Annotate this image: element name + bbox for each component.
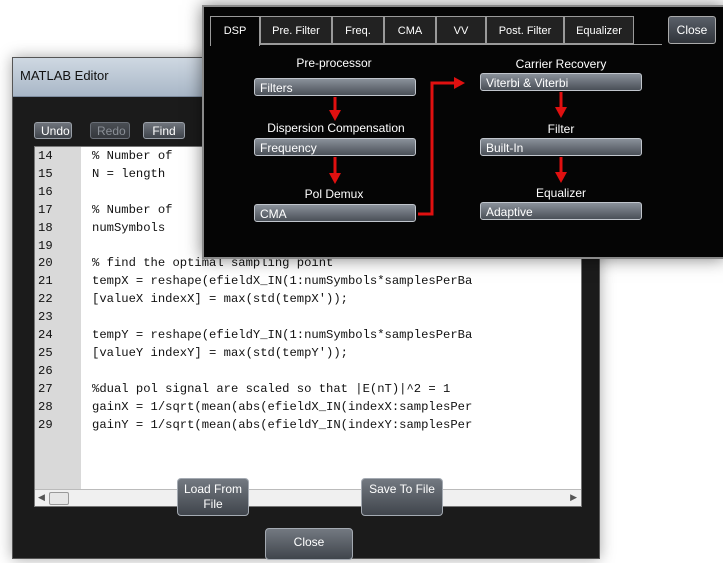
line-number: 27 bbox=[38, 381, 53, 396]
save-to-file-button[interactable]: Save To File bbox=[361, 478, 443, 516]
dispersion-compensation-label: Dispersion Compensation bbox=[267, 121, 405, 135]
dispersion-compensation-field[interactable]: Frequency bbox=[254, 138, 416, 156]
code-text: tempY = reshape(efieldY_IN(1:numSymbols*… bbox=[92, 328, 473, 342]
line-number: 26 bbox=[38, 363, 53, 378]
scroll-right-icon[interactable]: ▶ bbox=[570, 492, 577, 503]
editor-title: MATLAB Editor bbox=[20, 68, 109, 83]
filter-label: Filter bbox=[547, 122, 575, 136]
preprocessor-field[interactable]: Filters bbox=[254, 78, 416, 96]
code-line[interactable]: 22 [valueX indexX] = max(std(tempX')); bbox=[35, 292, 581, 307]
redo-button[interactable]: Redo bbox=[90, 122, 130, 139]
code-text: %dual pol signal are scaled so that |E(n… bbox=[92, 381, 451, 396]
code-line[interactable]: 21 tempX = reshape(efieldX_IN(1:numSymbol… bbox=[35, 274, 581, 289]
load-from-file-label: Load From File bbox=[183, 482, 243, 511]
code-line[interactable]: 28 gainX = 1/sqrt(mean(abs(efieldX_IN(ind… bbox=[35, 400, 581, 415]
tab-pre-filter[interactable]: Pre. Filter bbox=[260, 16, 332, 44]
carrier-recovery-label: Carrier Recovery bbox=[515, 57, 607, 71]
code-line[interactable]: 24 tempY = reshape(efieldY_IN(1:numSymbol… bbox=[35, 328, 581, 343]
code-line[interactable]: 27 %dual pol signal are scaled so that |E… bbox=[35, 382, 581, 397]
tab-equalizer[interactable]: Equalizer bbox=[564, 16, 634, 44]
equalizer-field[interactable]: Adaptive bbox=[480, 202, 642, 220]
tab-freq[interactable]: Freq. bbox=[332, 16, 384, 44]
pol-demux-field[interactable]: CMA bbox=[254, 204, 416, 222]
arrow-down-icon bbox=[329, 173, 341, 184]
code-text: [valueY indexY] = max(std(tempY')); bbox=[92, 345, 348, 360]
flow-connector-arrow-icon bbox=[418, 81, 456, 216]
line-number: 22 bbox=[38, 292, 53, 307]
code-line[interactable]: 29 gainY = 1/sqrt(mean(abs(efieldY_IN(ind… bbox=[35, 418, 581, 433]
arrow-down-icon bbox=[555, 172, 567, 183]
line-number: 14 bbox=[38, 149, 53, 163]
scrollbar-thumb[interactable] bbox=[49, 492, 69, 505]
arrow-down-icon bbox=[555, 107, 567, 118]
scroll-left-icon[interactable]: ◀ bbox=[38, 492, 45, 503]
line-number: 29 bbox=[38, 417, 53, 432]
tab-cma[interactable]: CMA bbox=[384, 16, 436, 44]
arrow-down-icon bbox=[329, 110, 341, 121]
load-from-file-button[interactable]: Load From File bbox=[177, 478, 249, 516]
line-number: 24 bbox=[38, 328, 53, 342]
code-text: gainX = 1/sqrt(mean(abs(efieldX_IN(index… bbox=[92, 399, 473, 414]
code-text: N = length bbox=[92, 166, 166, 181]
tab-post-filter[interactable]: Post. Filter bbox=[486, 16, 564, 44]
line-number: 28 bbox=[38, 399, 53, 414]
line-number: 21 bbox=[38, 274, 53, 289]
filter-field[interactable]: Built-In bbox=[480, 138, 642, 156]
tab-divider bbox=[260, 44, 662, 45]
line-number: 20 bbox=[38, 256, 53, 271]
horizontal-scrollbar[interactable]: ◀ ▶ bbox=[35, 489, 581, 506]
code-text: gainY = 1/sqrt(mean(abs(efieldY_IN(index… bbox=[92, 417, 473, 432]
line-number: 18 bbox=[38, 220, 53, 235]
code-text: tempX = reshape(efieldX_IN(1:numSymbols*… bbox=[92, 274, 473, 289]
dsp-config-dialog: DSP Pre. Filter Freq. CMA VV Post. Filte… bbox=[202, 5, 723, 259]
code-text: % Number of bbox=[92, 202, 173, 217]
equalizer-label: Equalizer bbox=[535, 186, 587, 200]
dsp-close-button[interactable]: Close bbox=[668, 16, 716, 44]
preprocessor-label: Pre-processor bbox=[296, 56, 372, 70]
undo-button[interactable]: Undo bbox=[34, 122, 72, 139]
save-to-file-label: Save To File bbox=[369, 482, 435, 496]
tab-dsp[interactable]: DSP bbox=[210, 16, 260, 46]
arrow-right-icon bbox=[454, 77, 465, 89]
editor-close-button[interactable]: Close bbox=[265, 528, 353, 560]
line-number: 16 bbox=[38, 184, 53, 199]
line-number: 25 bbox=[38, 345, 53, 360]
code-line[interactable]: 26 bbox=[35, 364, 581, 379]
line-number: 15 bbox=[38, 166, 53, 181]
code-line[interactable]: 25 [valueY indexY] = max(std(tempY')); bbox=[35, 346, 581, 361]
line-number: 19 bbox=[38, 238, 53, 253]
line-number: 17 bbox=[38, 202, 53, 217]
tab-vv[interactable]: VV bbox=[436, 16, 486, 44]
code-text: % Number of bbox=[92, 149, 173, 163]
line-number: 23 bbox=[38, 310, 53, 325]
code-text: numSymbols bbox=[92, 220, 166, 235]
find-button[interactable]: Find bbox=[143, 122, 185, 139]
code-line[interactable]: 23 bbox=[35, 310, 581, 325]
carrier-recovery-field[interactable]: Viterbi & Viterbi bbox=[480, 73, 642, 91]
pol-demux-label: Pol Demux bbox=[304, 187, 364, 201]
code-text: [valueX indexX] = max(std(tempX')); bbox=[92, 292, 348, 307]
